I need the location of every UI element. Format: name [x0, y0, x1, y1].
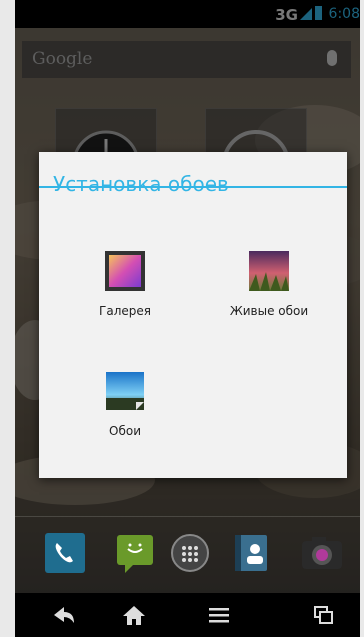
option-live-wallpapers[interactable]: Живые обои [209, 250, 329, 318]
contacts-icon[interactable] [233, 533, 273, 573]
option-label: Галерея [99, 304, 151, 318]
navigation-bar [15, 593, 360, 637]
home-screen: 3G 6:08 Google Установка обоев Галерея Ж… [0, 0, 364, 637]
gallery-icon [104, 250, 146, 292]
camera-icon[interactable] [300, 533, 344, 573]
option-label: Обои [109, 424, 141, 438]
menu-icon[interactable] [205, 603, 233, 627]
all-apps-icon[interactable] [170, 533, 210, 573]
option-gallery[interactable]: Галерея [65, 250, 185, 318]
recent-apps-icon[interactable] [310, 603, 338, 627]
back-icon[interactable] [50, 603, 78, 627]
phone-icon[interactable] [45, 533, 85, 573]
screen-border-left [0, 0, 15, 637]
dock [15, 530, 360, 580]
option-wallpapers[interactable]: Обои [65, 370, 185, 438]
messaging-icon[interactable] [115, 533, 155, 573]
screen-border-right [360, 0, 364, 637]
dock-divider [15, 516, 360, 517]
option-label: Живые обои [229, 304, 309, 318]
wallpaper: 3G 6:08 Google Установка обоев Галерея Ж… [15, 0, 360, 637]
title-divider [39, 186, 347, 188]
live-wallpaper-icon [248, 250, 290, 292]
home-icon[interactable] [120, 603, 148, 627]
wallpaper-icon [104, 370, 146, 412]
dialog-title: Установка обоев [53, 172, 229, 196]
set-wallpaper-dialog: Установка обоев Галерея Живые обои Обои [39, 152, 347, 478]
